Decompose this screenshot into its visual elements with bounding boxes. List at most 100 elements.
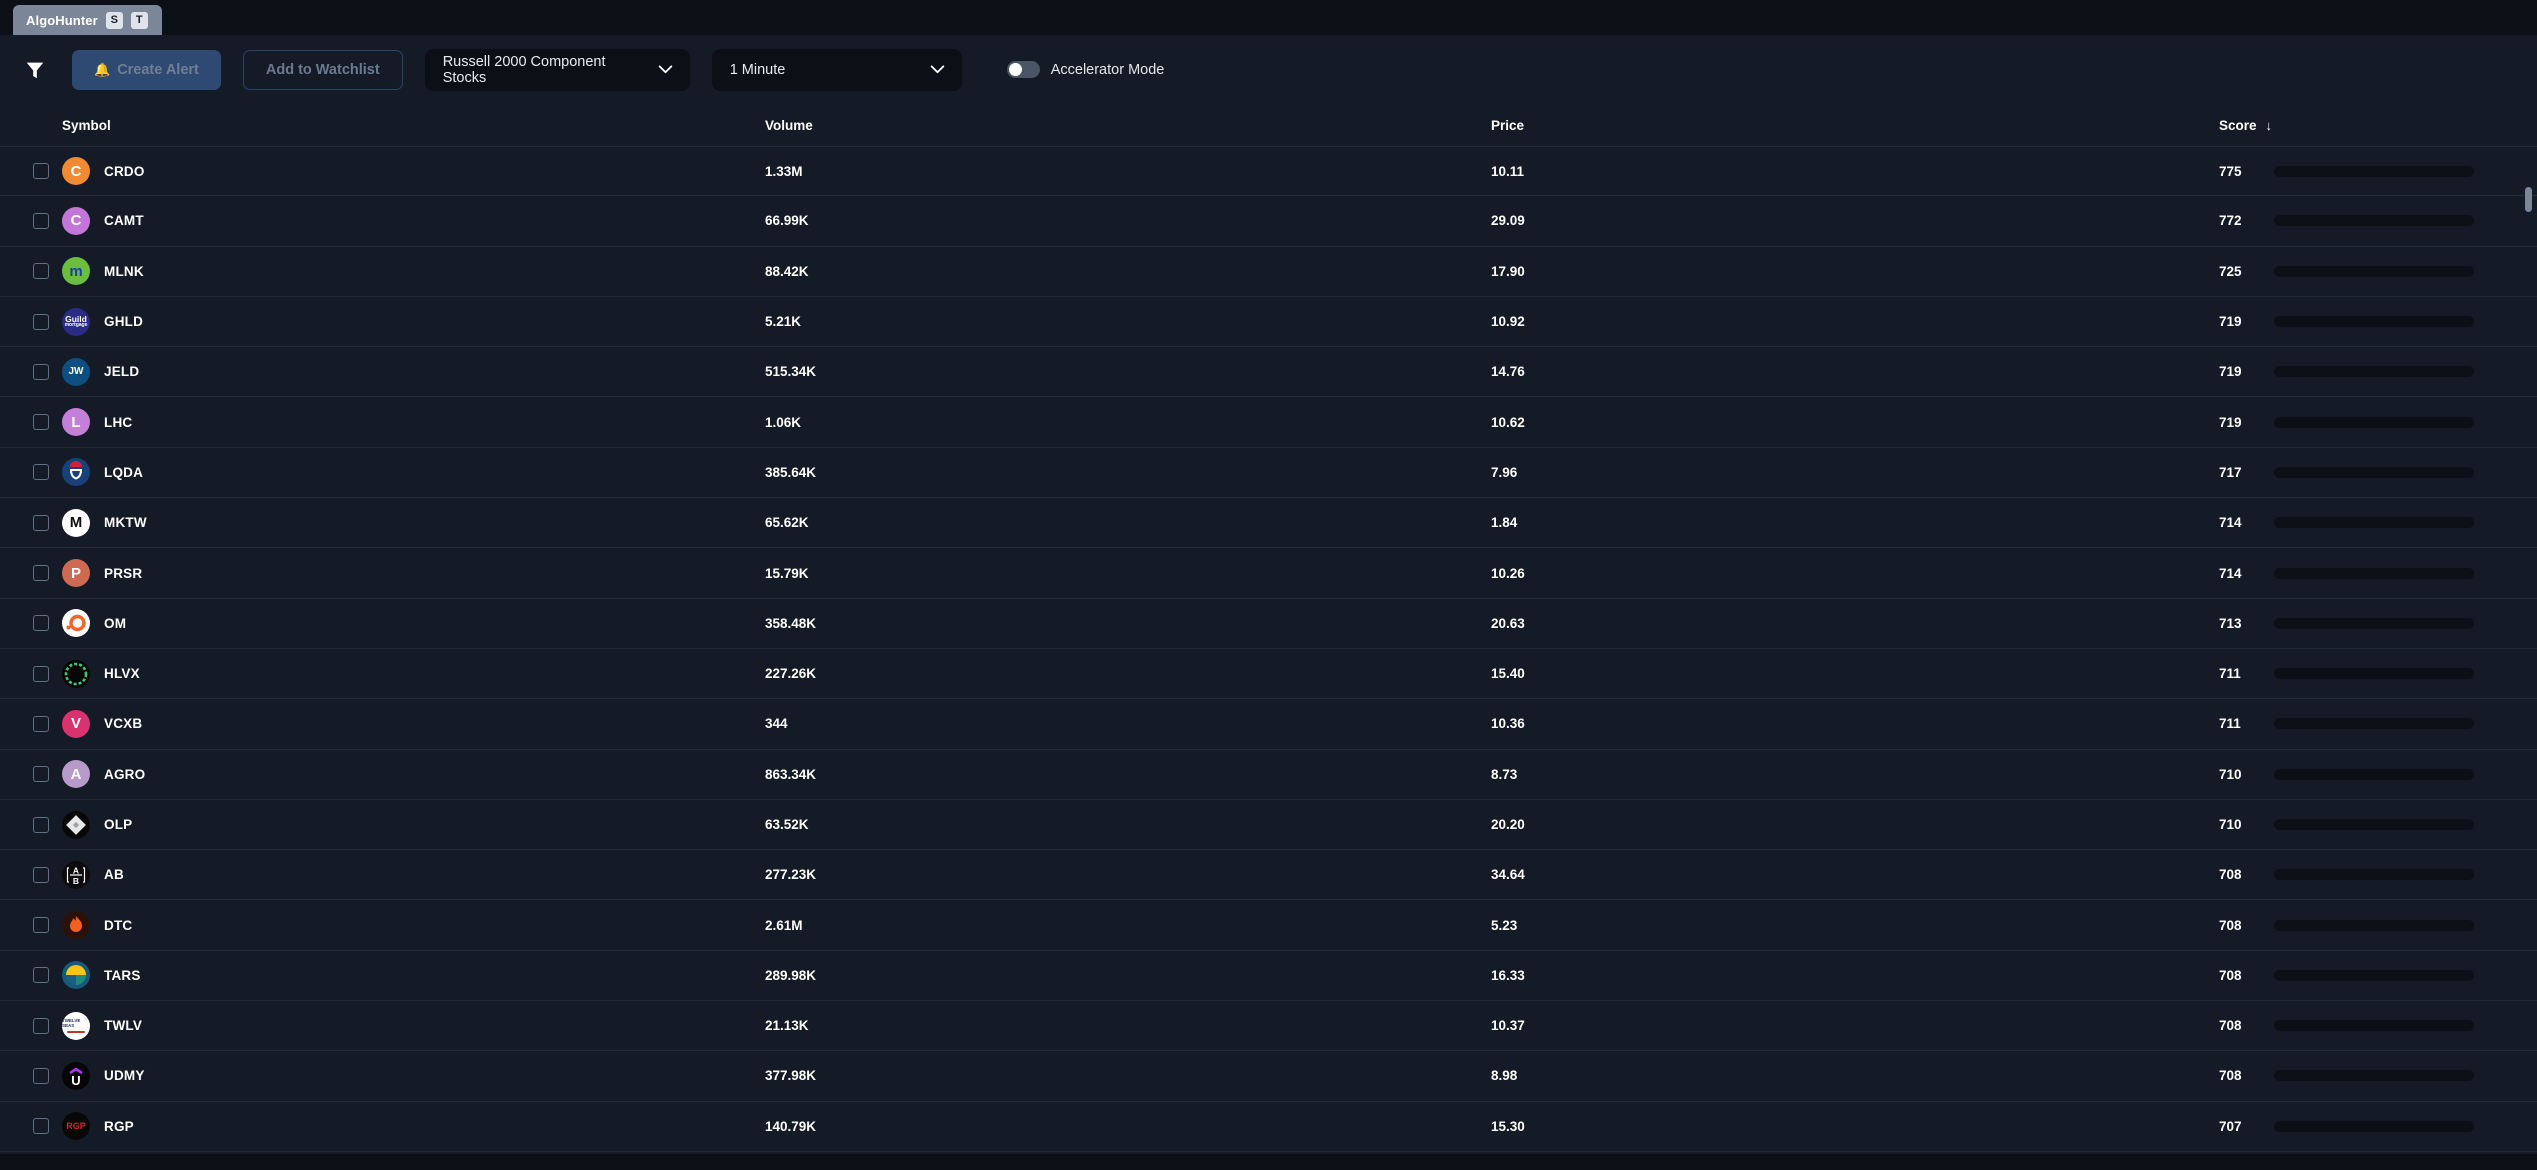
create-alert-label: Create Alert (117, 61, 199, 78)
symbol-cell[interactable]: V VCXB (62, 709, 765, 738)
company-logo-icon: M (62, 508, 90, 537)
table-row[interactable]: TWELVE SEAS TWLV 21.13K 10.37 708 (0, 1001, 2537, 1052)
table-row[interactable]: Guild mortgage GHLD 5.21K 10.92 719 (0, 297, 2537, 348)
universe-select[interactable]: Russell 2000 Component Stocks (424, 48, 690, 91)
price-value: 7.96 (1491, 464, 1518, 480)
score-cell: 708 (2219, 867, 2537, 882)
chevron-down-icon (930, 65, 944, 74)
company-logo-icon: C (62, 206, 90, 235)
row-checkbox[interactable] (33, 866, 49, 883)
header-symbol[interactable]: Symbol (62, 118, 765, 133)
row-checkbox[interactable] (33, 313, 49, 330)
row-checkbox[interactable] (33, 816, 49, 833)
table-row[interactable]: A AGRO 863.34K 8.73 710 (0, 750, 2537, 800)
symbol-cell[interactable]: DTC (62, 911, 765, 940)
symbol-cell[interactable]: HLVX (62, 659, 765, 688)
volume-value: 358.48K (765, 615, 817, 631)
symbol-cell[interactable]: OM (62, 609, 765, 638)
table-row[interactable]: JW JELD 515.34K 14.76 719 (0, 347, 2537, 398)
tab-chip-s[interactable]: S (105, 11, 123, 29)
row-checkbox[interactable] (33, 363, 49, 380)
row-checkbox[interactable] (33, 212, 49, 229)
vertical-scrollbar-thumb[interactable] (2525, 187, 2532, 212)
table-row[interactable]: P PRSR 15.79K 10.26 714 (0, 548, 2537, 599)
symbol-ticker: HLVX (104, 666, 140, 682)
table-row[interactable]: m MLNK 88.42K 17.90 725 (0, 247, 2537, 297)
row-checkbox[interactable] (33, 263, 49, 280)
table-row[interactable]: DTC 2.61M 5.23 708 (0, 900, 2537, 951)
symbol-cell[interactable]: JW JELD (62, 357, 765, 386)
table-row[interactable]: V VCXB 344 10.36 711 (0, 699, 2537, 750)
table-row[interactable]: TARS 289.98K 16.33 708 (0, 951, 2537, 1002)
symbol-cell[interactable]: C CAMT (62, 206, 765, 235)
row-checkbox[interactable] (33, 766, 49, 783)
symbol-cell[interactable]: A B AB (62, 860, 765, 889)
table-row[interactable]: HLVX 227.26K 15.40 711 (0, 649, 2537, 700)
row-checkbox[interactable] (33, 615, 49, 632)
score-cell: 707 (2219, 1119, 2537, 1134)
symbol-cell[interactable]: P PRSR (62, 559, 765, 588)
score-value: 710 (2219, 766, 2242, 782)
table-row[interactable]: OLP 63.52K 20.20 710 (0, 800, 2537, 851)
symbol-cell[interactable]: Guild mortgage GHLD (62, 307, 765, 336)
header-score[interactable]: Score ↓ (2219, 118, 2537, 133)
company-logo-icon: RGP (62, 1112, 90, 1141)
svg-text:A: A (73, 865, 79, 875)
header-price[interactable]: Price (1491, 118, 2219, 133)
accelerator-mode-toggle[interactable]: Accelerator Mode (1006, 61, 1164, 78)
table-row[interactable]: A B AB 277.23K 34.64 708 (0, 850, 2537, 901)
symbol-cell[interactable]: TARS (62, 961, 765, 990)
symbol-cell[interactable]: A AGRO (62, 760, 765, 789)
symbol-cell[interactable]: RGP RGP (62, 1112, 765, 1141)
score-cell: 708 (2219, 968, 2537, 983)
row-checkbox-cell (0, 212, 62, 229)
row-checkbox[interactable] (33, 163, 49, 180)
timeframe-select[interactable]: 1 Minute (711, 48, 962, 91)
price-value: 17.90 (1491, 263, 1525, 279)
table-row[interactable]: M MKTW 65.62K 1.84 714 (0, 498, 2537, 549)
symbol-cell[interactable]: M MKTW (62, 508, 765, 537)
symbol-cell[interactable]: TWELVE SEAS TWLV (62, 1011, 765, 1040)
price-value: 20.20 (1491, 817, 1525, 832)
row-checkbox[interactable] (33, 1017, 49, 1034)
table-row[interactable]: RGP RGP 140.79K 15.30 707 (0, 1102, 2537, 1152)
volume-value: 227.26K (765, 666, 817, 682)
row-checkbox[interactable] (33, 917, 49, 934)
symbol-cell[interactable]: LQDA (62, 458, 765, 487)
symbol-cell[interactable]: C CRDO (62, 157, 765, 186)
symbol-ticker: LQDA (104, 464, 144, 480)
table-row[interactable]: LQDA 385.64K 7.96 717 (0, 448, 2537, 499)
tab-chip-t[interactable]: T (130, 11, 148, 29)
row-checkbox[interactable] (33, 565, 49, 582)
symbol-cell[interactable]: L LHC (62, 408, 765, 437)
score-bar-track (2274, 1070, 2474, 1082)
row-checkbox[interactable] (33, 1118, 49, 1135)
score-cell: 708 (2219, 1018, 2537, 1033)
table-row[interactable]: OM 358.48K 20.63 713 (0, 599, 2537, 649)
symbol-cell[interactable]: U UDMY (62, 1061, 765, 1090)
table-row[interactable]: U UDMY 377.98K 8.98 708 (0, 1051, 2537, 1102)
row-checkbox-cell (0, 766, 62, 783)
row-checkbox[interactable] (33, 715, 49, 732)
volume-value: 377.98K (765, 1068, 817, 1084)
vertical-scrollbar-track[interactable] (2525, 183, 2532, 1170)
create-alert-button[interactable]: 🔔 Create Alert (72, 49, 221, 90)
tab-algohunter[interactable]: AlgoHunter S T (13, 5, 162, 35)
filter-icon[interactable] (20, 55, 50, 85)
row-checkbox[interactable] (33, 464, 49, 481)
row-checkbox[interactable] (33, 967, 49, 984)
score-cell: 719 (2219, 314, 2537, 329)
add-to-watchlist-button[interactable]: Add to Watchlist (242, 49, 403, 90)
table-row[interactable]: L LHC 1.06K 10.62 719 (0, 397, 2537, 448)
table-row[interactable]: C CRDO 1.33M 10.11 775 (0, 146, 2537, 197)
header-volume[interactable]: Volume (765, 118, 1491, 133)
symbol-cell[interactable]: m MLNK (62, 257, 765, 286)
row-checkbox[interactable] (33, 514, 49, 531)
table-row[interactable]: C CAMT 66.99K 29.09 772 (0, 196, 2537, 247)
symbol-cell[interactable]: OLP (62, 810, 765, 839)
row-checkbox-cell (0, 414, 62, 431)
row-checkbox[interactable] (33, 414, 49, 431)
score-cell: 714 (2219, 515, 2537, 530)
row-checkbox[interactable] (33, 665, 49, 682)
row-checkbox[interactable] (33, 1067, 49, 1084)
